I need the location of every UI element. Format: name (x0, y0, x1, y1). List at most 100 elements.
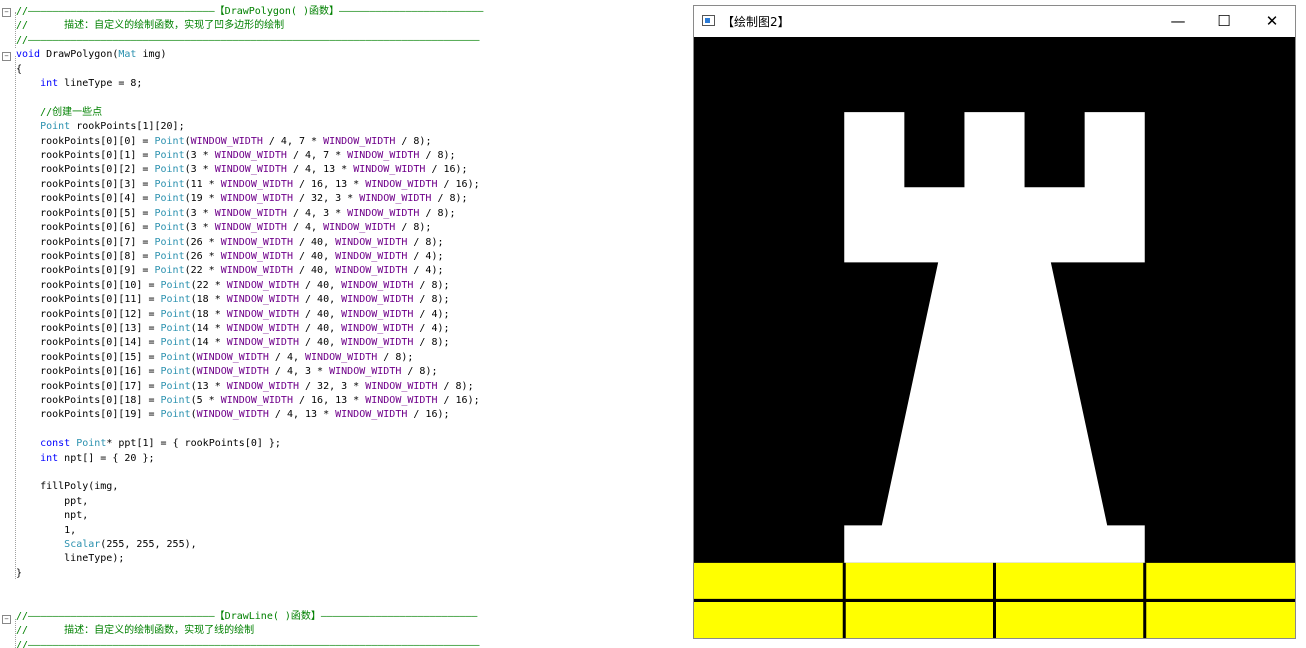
code-token: rookPoints[0][16] = (16, 366, 161, 378)
code-token: / 8); (413, 294, 450, 306)
code-token: int (40, 452, 59, 464)
code-line: } (16, 567, 483, 581)
code-line: rookPoints[0][11] = Point(18 * WINDOW_WI… (16, 293, 483, 307)
code-token: 1, (16, 524, 77, 536)
code-token: / 8); (395, 222, 432, 234)
code-token: WINDOW_WIDTH (365, 178, 438, 190)
code-token: rookPoints[0][1] = (16, 150, 155, 162)
code-token: (14 * (190, 322, 227, 334)
code-token: Point (154, 222, 185, 234)
code-line: rookPoints[0][13] = Point(14 * WINDOW_WI… (16, 322, 483, 336)
opencv-window[interactable]: 【绘制图2】 — ☐ ✕ (693, 5, 1296, 639)
code-token: WINDOW_WIDTH (335, 409, 408, 421)
code-editor[interactable]: − − − //———————————————————————————————【… (0, 0, 690, 648)
code-token: WINDOW_WIDTH (226, 337, 299, 349)
code-text[interactable]: //———————————————————————————————【DrawPo… (16, 5, 483, 648)
code-token: WINDOW_WIDTH (226, 294, 299, 306)
code-line: //———————————————————————————————【DrawLi… (16, 610, 483, 624)
code-token: / 16); (425, 164, 468, 176)
code-token: / 40, (292, 265, 336, 277)
code-token: (19 * (184, 193, 221, 205)
maximize-button[interactable]: ☐ (1201, 6, 1247, 37)
code-line: void DrawPolygon(Mat img) (16, 48, 483, 62)
code-token: / 8); (413, 279, 450, 291)
code-token: rookPoints[0][10] = (16, 279, 161, 291)
code-token: Point (154, 250, 185, 262)
window-title: 【绘制图2】 (722, 15, 790, 29)
code-token: WINDOW_WIDTH (214, 222, 287, 234)
code-token: WINDOW_WIDTH (190, 135, 263, 147)
code-token: //———————————————————————————————【DrawPo… (16, 6, 484, 17)
close-button[interactable]: ✕ (1249, 6, 1295, 37)
code-token: Point (160, 308, 191, 320)
code-token: WINDOW_WIDTH (365, 380, 438, 392)
image-canvas (694, 37, 1295, 638)
code-token: (14 * (190, 337, 227, 349)
code-token: / 16); (407, 409, 450, 421)
code-token: WINDOW_WIDTH (341, 279, 414, 291)
code-token: // 描述：自定义的绘制函数，实现了凹多边形的绘制 (16, 20, 285, 32)
code-token: / 16); (437, 394, 480, 406)
code-token: / 8); (437, 380, 474, 392)
code-token: lineType = 8; (58, 78, 143, 90)
fold-toggle-icon[interactable]: − (2, 8, 11, 17)
code-token: * ppt[1] = { rookPoints[0] }; (106, 438, 281, 450)
title-bar[interactable]: 【绘制图2】 — ☐ ✕ (694, 6, 1295, 37)
code-token: Point (154, 164, 185, 176)
code-token: / 4); (407, 265, 444, 277)
code-line: // 描述：自定义的绘制函数，实现了线的绘制 (16, 624, 483, 638)
code-line: //———————————————————————————————【DrawPo… (16, 5, 483, 19)
fold-toggle-icon[interactable]: − (2, 615, 11, 624)
code-token: (11 * (184, 178, 221, 190)
code-token: Mat (118, 49, 137, 61)
code-token: / 40, (298, 322, 342, 334)
code-token: (3 * (184, 222, 215, 234)
minimize-button[interactable]: — (1155, 6, 1201, 37)
code-token: WINDOW_WIDTH (305, 351, 378, 363)
code-line: rookPoints[0][16] = Point(WINDOW_WIDTH /… (16, 365, 483, 379)
code-token: rookPoints[0][18] = (16, 394, 161, 406)
code-token: (3 * (184, 150, 215, 162)
code-token: / 4, 7 * (286, 150, 348, 162)
code-token: / 4, 3 * (268, 366, 330, 378)
code-token: img) (136, 49, 167, 61)
code-token: WINDOW_WIDTH (341, 337, 414, 349)
code-token: rookPoints[0][0] = (16, 135, 155, 147)
code-line: rookPoints[0][17] = Point(13 * WINDOW_WI… (16, 380, 483, 394)
code-line: Scalar(255, 255, 255), (16, 538, 483, 552)
code-token: npt, (16, 510, 89, 522)
code-token: (3 * (184, 164, 215, 176)
code-line: rookPoints[0][4] = Point(19 * WINDOW_WID… (16, 192, 483, 206)
code-line: Point rookPoints[1][20]; (16, 120, 483, 134)
code-token: Point (160, 409, 191, 421)
code-token: WINDOW_WIDTH (323, 135, 396, 147)
code-token: Point (154, 193, 185, 205)
code-token: rookPoints[0][8] = (16, 250, 155, 262)
code-token: WINDOW_WIDTH (323, 222, 396, 234)
code-token: WINDOW_WIDTH (347, 150, 420, 162)
code-token: //——————————————————————————————————————… (16, 639, 480, 648)
code-token: rookPoints[0][6] = (16, 222, 155, 234)
code-token: / 4, (286, 222, 324, 234)
code-line: rookPoints[0][10] = Point(22 * WINDOW_WI… (16, 279, 483, 293)
code-token: (255, 255, 255), (100, 539, 197, 551)
code-token: Point (160, 394, 191, 406)
fold-toggle-icon[interactable]: − (2, 52, 11, 61)
code-token: / 16, 13 * (292, 178, 366, 190)
code-token: } (16, 567, 23, 579)
code-line: //——————————————————————————————————————… (16, 639, 483, 648)
code-token: fillPoly(img, (16, 481, 119, 493)
code-token: / 8); (395, 135, 432, 147)
code-token: WINDOW_WIDTH (196, 351, 269, 363)
code-token: Point (40, 121, 71, 133)
code-token: WINDOW_WIDTH (220, 265, 293, 277)
code-token: rookPoints[0][2] = (16, 164, 155, 176)
code-token: WINDOW_WIDTH (220, 236, 293, 248)
code-line: rookPoints[0][14] = Point(14 * WINDOW_WI… (16, 336, 483, 350)
code-token: Point (160, 366, 191, 378)
code-token: WINDOW_WIDTH (196, 409, 269, 421)
code-line: rookPoints[0][12] = Point(18 * WINDOW_WI… (16, 308, 483, 322)
